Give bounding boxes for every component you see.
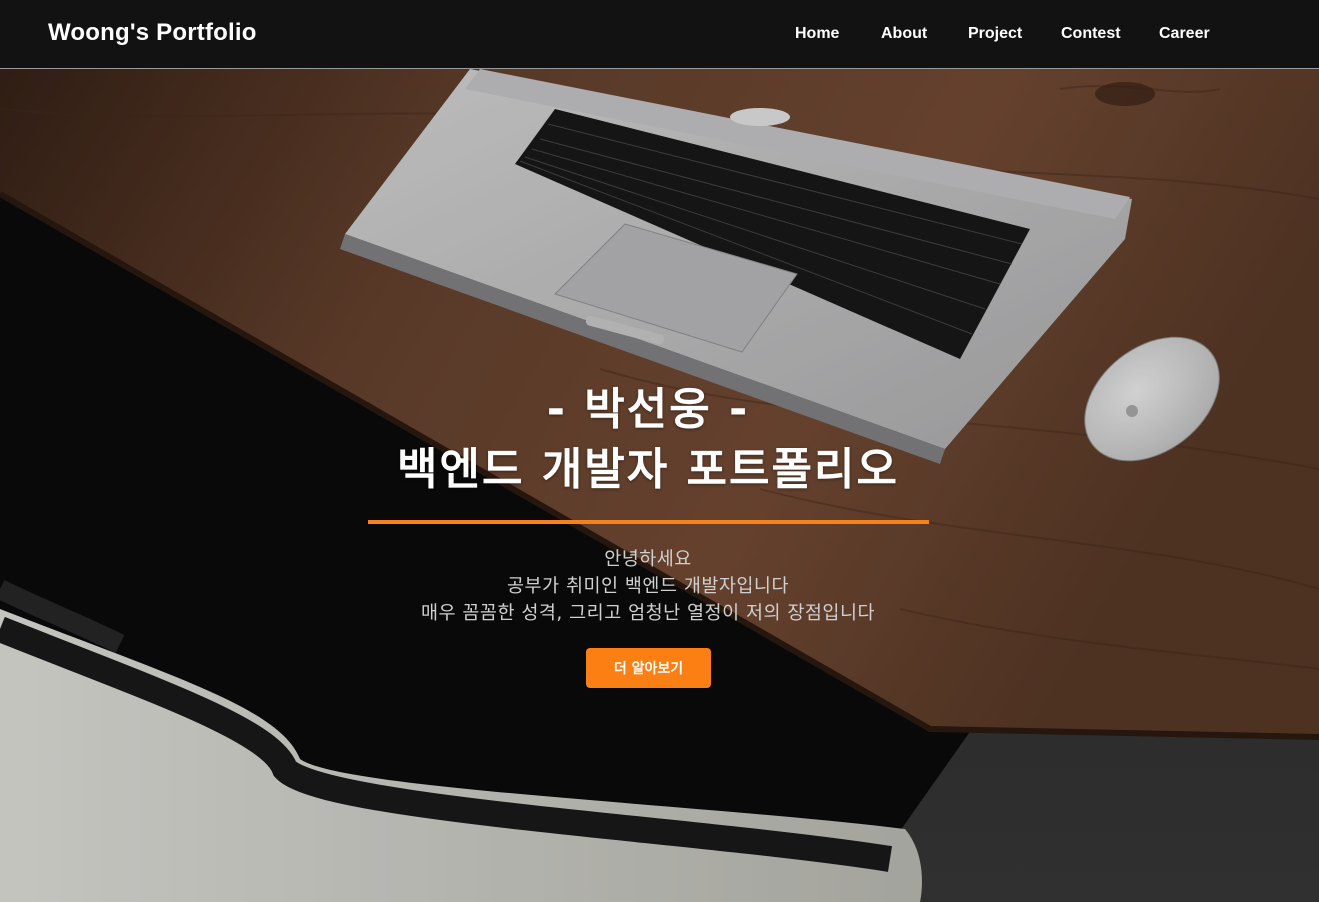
nav-link-project[interactable]: Project [968, 25, 1061, 43]
hero-divider [368, 520, 929, 524]
nav-item-career: Career [1159, 23, 1219, 43]
nav-link-career[interactable]: Career [1159, 25, 1219, 43]
hero-title: 백엔드 개발자 포트폴리오 [397, 444, 899, 495]
hero-content: - 박선웅 - 백엔드 개발자 포트폴리오 안녕하세요 공부가 취미인 백엔드 … [0, 69, 1319, 902]
navbar: Woong's Portfolio Home About Project Con… [0, 0, 1319, 69]
nav-link-about[interactable]: About [881, 25, 968, 43]
nav-menu: Home About Project Contest Career [795, 23, 1219, 43]
brand-logo[interactable]: Woong's Portfolio [48, 19, 257, 47]
hero-intro-line: 공부가 취미인 백엔드 개발자입니다 [507, 576, 789, 597]
hero-section: - 박선웅 - 백엔드 개발자 포트폴리오 안녕하세요 공부가 취미인 백엔드 … [0, 69, 1319, 902]
nav-item-project: Project [968, 23, 1061, 43]
hero-intro-line: 매우 꼼꼼한 성격, 그리고 엄청난 열정이 저의 장점입니다 [420, 603, 875, 624]
learn-more-button[interactable]: 더 알아보기 [586, 648, 711, 688]
nav-link-contest[interactable]: Contest [1061, 25, 1159, 43]
hero-name: - 박선웅 - [546, 384, 750, 435]
hero-intro-line: 안녕하세요 [604, 549, 692, 570]
nav-item-about: About [881, 23, 968, 43]
nav-item-home: Home [795, 23, 881, 43]
nav-item-contest: Contest [1061, 23, 1159, 43]
nav-link-home[interactable]: Home [795, 25, 881, 43]
